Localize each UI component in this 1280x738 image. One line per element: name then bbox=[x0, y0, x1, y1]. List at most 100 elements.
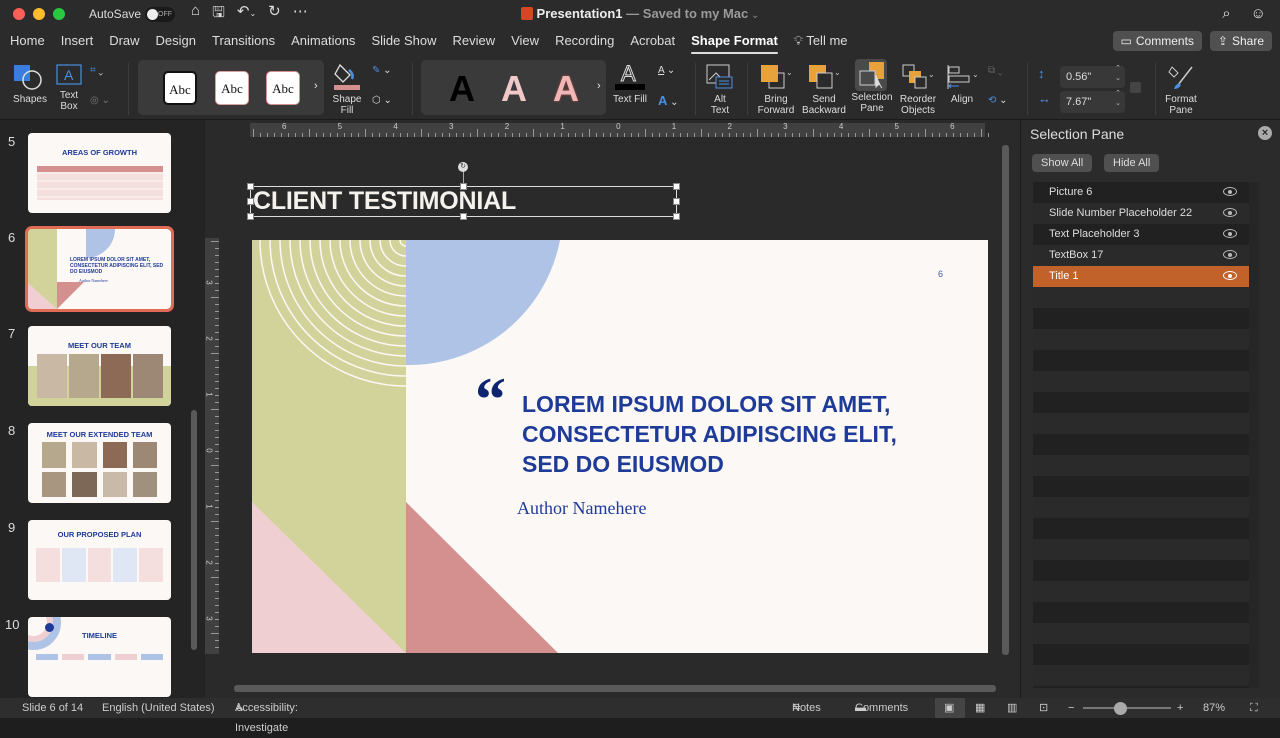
hide-all-button[interactable]: Hide All bbox=[1104, 154, 1160, 172]
author-name[interactable]: Author Namehere bbox=[517, 498, 646, 519]
tab-review[interactable]: Review bbox=[444, 28, 503, 55]
eye-icon[interactable] bbox=[1223, 271, 1237, 280]
tab-slide-show[interactable]: Slide Show bbox=[363, 28, 444, 55]
tab-recording[interactable]: Recording bbox=[547, 28, 622, 55]
text-outline-button[interactable]: A ⌄ bbox=[658, 65, 675, 76]
selection-pane-button[interactable]: Selection Pane bbox=[850, 59, 894, 114]
resize-handle-e[interactable] bbox=[673, 198, 680, 205]
eye-icon[interactable] bbox=[1223, 208, 1237, 217]
minimize-window-button[interactable] bbox=[33, 8, 45, 20]
slide-thumbnail-8[interactable]: MEET OUR EXTENDED TEAM bbox=[28, 423, 171, 503]
thumbnails-scrollbar[interactable] bbox=[191, 410, 197, 650]
resize-handle-nw[interactable] bbox=[247, 183, 254, 190]
wordart-style-3[interactable]: A bbox=[553, 69, 579, 109]
eye-icon[interactable] bbox=[1223, 229, 1237, 238]
tell-me[interactable]: 💡︎ Tell me bbox=[786, 28, 856, 55]
tab-draw[interactable]: Draw bbox=[101, 28, 147, 55]
wordart-style-2[interactable]: A bbox=[501, 69, 527, 109]
send-backward-button[interactable]: ⌄ Send Backward bbox=[800, 63, 848, 116]
alt-text-button[interactable]: Alt Text bbox=[700, 63, 740, 116]
wordart-style-1[interactable]: A bbox=[449, 69, 475, 109]
close-window-button[interactable] bbox=[13, 8, 25, 20]
tab-view[interactable]: View bbox=[503, 28, 547, 55]
selection-item[interactable]: Text Placeholder 3 bbox=[1033, 224, 1249, 245]
height-input[interactable]: 0.56" bbox=[1060, 64, 1125, 88]
zoom-in-button[interactable]: + bbox=[1177, 698, 1183, 718]
text-box-button[interactable]: A Text Box bbox=[54, 63, 84, 112]
fit-to-window-icon[interactable]: ⛶ bbox=[1250, 698, 1258, 718]
selection-item[interactable]: Picture 6 bbox=[1033, 182, 1249, 203]
bring-forward-button[interactable]: ⌄ Bring Forward bbox=[752, 63, 800, 116]
edit-shape-button[interactable]: ⌗ ⌄ bbox=[90, 65, 103, 76]
close-pane-icon[interactable]: × bbox=[1258, 126, 1272, 140]
wordart-more-icon[interactable]: › bbox=[597, 80, 601, 92]
autosave-toggle[interactable]: OFF bbox=[145, 6, 176, 22]
resize-handle-sw[interactable] bbox=[247, 213, 254, 220]
width-input[interactable]: 7.67" bbox=[1060, 89, 1125, 113]
slide-show-icon[interactable]: ⊡ bbox=[1039, 698, 1048, 718]
tab-shape-format[interactable]: Shape Format bbox=[683, 28, 786, 55]
language-status[interactable]: English (United States) bbox=[102, 698, 215, 718]
rotate-handle[interactable]: ↻ bbox=[458, 162, 468, 172]
tab-acrobat[interactable]: Acrobat bbox=[622, 28, 683, 55]
more-icon[interactable]: ⋯ bbox=[293, 2, 308, 27]
text-fill-button[interactable]: A Text Fill bbox=[610, 61, 650, 105]
zoom-level[interactable]: 87% bbox=[1203, 698, 1225, 718]
share-button[interactable]: ⇪ Share bbox=[1209, 31, 1272, 51]
zoom-slider[interactable] bbox=[1083, 707, 1171, 709]
reorder-objects-button[interactable]: ⌄ Reorder Objects bbox=[897, 63, 939, 116]
shape-style-2[interactable]: Abc bbox=[215, 71, 249, 105]
canvas-vertical-scrollbar[interactable] bbox=[1002, 145, 1009, 655]
format-pane-button[interactable]: Format Pane bbox=[1160, 63, 1202, 116]
quote-text[interactable]: LOREM IPSUM DOLOR SIT AMET, CONSECTETUR … bbox=[522, 389, 897, 479]
undo-icon[interactable]: ↶⌄ bbox=[237, 2, 256, 27]
resize-handle-s[interactable] bbox=[460, 213, 467, 220]
tab-insert[interactable]: Insert bbox=[53, 28, 102, 55]
show-all-button[interactable]: Show All bbox=[1032, 154, 1093, 172]
home-icon[interactable]: ⌂ bbox=[191, 2, 200, 27]
merge-shapes-button[interactable]: ◎ ⌄ bbox=[90, 95, 110, 106]
lock-aspect-ratio-toggle[interactable] bbox=[1130, 82, 1141, 93]
slide-thumbnail-5[interactable]: AREAS OF GROWTH bbox=[28, 133, 171, 213]
collaborate-icon[interactable]: ☺ bbox=[1251, 5, 1266, 22]
redo-icon[interactable]: ↻ bbox=[268, 2, 281, 27]
gallery-more-icon[interactable]: › bbox=[314, 80, 318, 92]
save-icon[interactable]: 🖫 bbox=[212, 2, 225, 27]
shape-style-1[interactable]: Abc bbox=[163, 71, 197, 105]
tab-transitions[interactable]: Transitions bbox=[204, 28, 283, 55]
selection-list-scrollbar[interactable] bbox=[1249, 182, 1259, 688]
align-button[interactable]: ⌄ Align bbox=[942, 63, 982, 105]
tab-animations[interactable]: Animations bbox=[283, 28, 363, 55]
eye-icon[interactable] bbox=[1223, 187, 1237, 196]
slide-sorter-icon[interactable]: ▦ bbox=[975, 698, 985, 718]
shapes-button[interactable]: Shapes bbox=[10, 63, 50, 105]
group-button[interactable]: ⧉ ⌄ bbox=[988, 65, 1003, 76]
reading-view-icon[interactable]: ▥ bbox=[1007, 698, 1017, 718]
zoom-slider-knob[interactable] bbox=[1114, 702, 1127, 715]
selection-item-selected[interactable]: Title 1 bbox=[1033, 266, 1249, 287]
shape-outline-button[interactable]: ✎ ⌄ bbox=[372, 65, 392, 76]
resize-handle-n[interactable] bbox=[460, 183, 467, 190]
zoom-out-button[interactable]: − bbox=[1068, 698, 1074, 718]
slide-thumbnail-10[interactable]: TIMELINE bbox=[28, 617, 171, 697]
resize-handle-se[interactable] bbox=[673, 213, 680, 220]
tab-home[interactable]: Home bbox=[2, 28, 53, 55]
shape-effects-button[interactable]: ⬡ ⌄ bbox=[372, 95, 392, 106]
resize-handle-w[interactable] bbox=[247, 198, 254, 205]
resize-handle-ne[interactable] bbox=[673, 183, 680, 190]
shape-style-3[interactable]: Abc bbox=[266, 71, 300, 105]
shape-fill-button[interactable]: Shape Fill bbox=[328, 61, 366, 116]
selection-item[interactable]: Slide Number Placeholder 22 bbox=[1033, 203, 1249, 224]
canvas-horizontal-scrollbar[interactable] bbox=[234, 685, 996, 692]
selection-item[interactable]: TextBox 17 bbox=[1033, 245, 1249, 266]
zoom-window-button[interactable] bbox=[53, 8, 65, 20]
slide-thumbnail-7[interactable]: MEET OUR TEAM bbox=[28, 326, 171, 406]
slide-thumbnail-9[interactable]: OUR PROPOSED PLAN bbox=[28, 520, 171, 600]
rotate-button[interactable]: ⟲ ⌄ bbox=[988, 95, 1008, 106]
tab-design[interactable]: Design bbox=[148, 28, 204, 55]
comments-button[interactable]: ▭ Comments bbox=[1112, 31, 1202, 51]
autosave-control[interactable]: AutoSave OFF bbox=[89, 6, 176, 22]
eye-icon[interactable] bbox=[1223, 250, 1237, 259]
slide-thumbnail-6[interactable]: LOREM IPSUM DOLOR SIT AMET, CONSECTETUR … bbox=[25, 226, 174, 312]
text-effects-button[interactable]: A ⌄ bbox=[658, 94, 679, 108]
